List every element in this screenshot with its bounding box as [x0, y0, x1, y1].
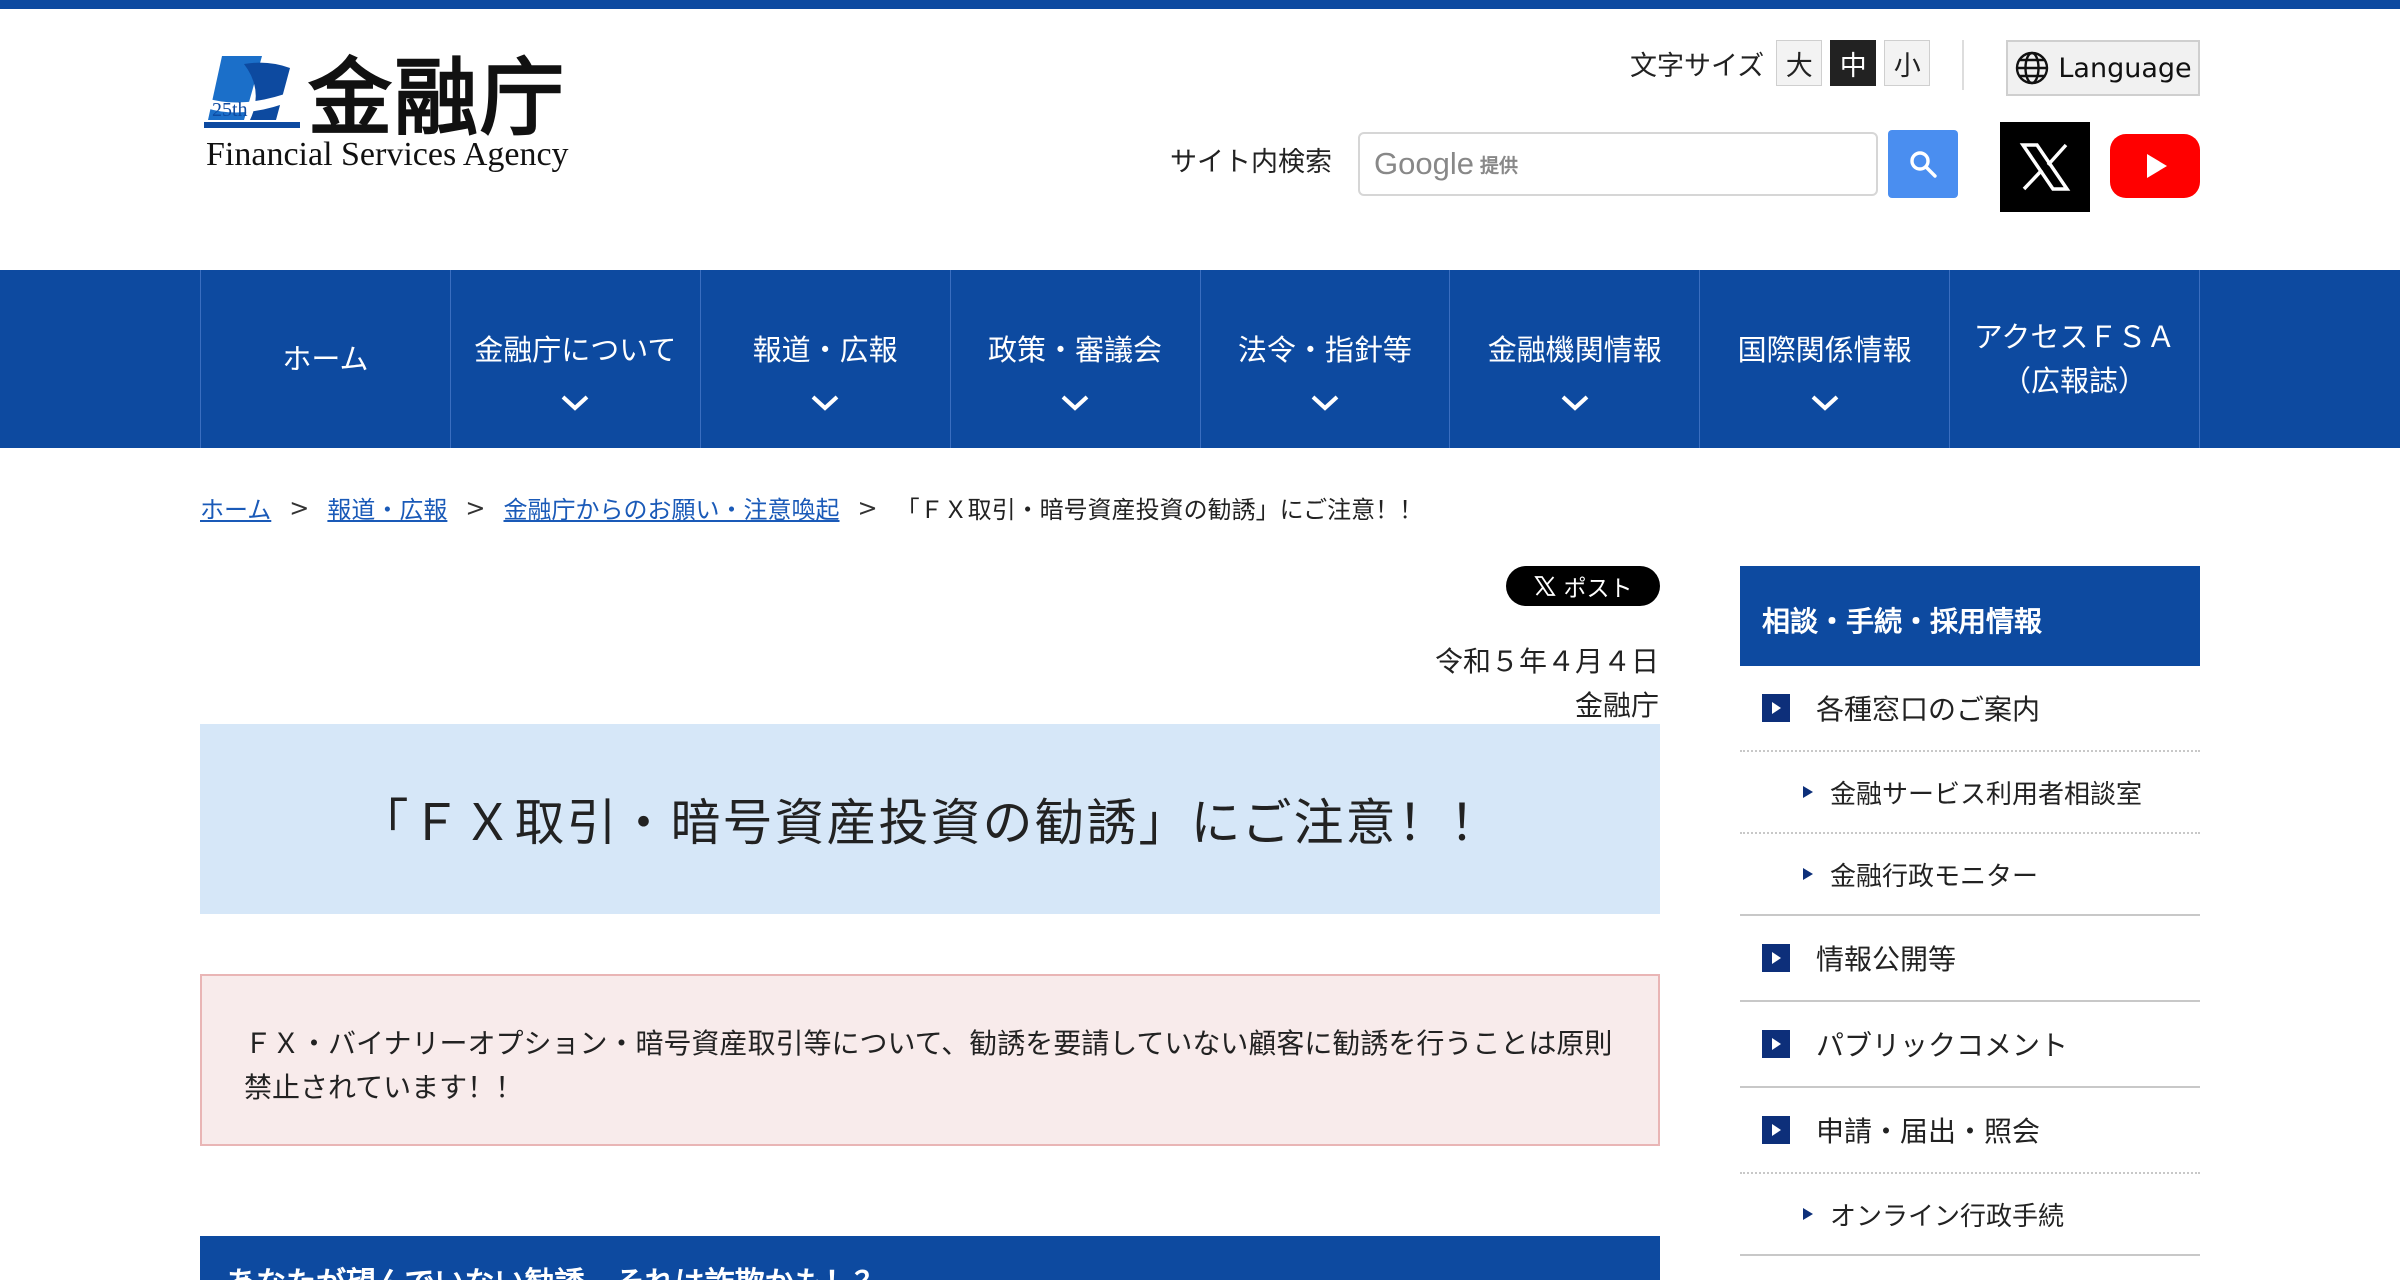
nav-item-label: 国際関係情報 [1737, 333, 1912, 367]
publish-date: 令和５年４月４日 [1434, 645, 1659, 678]
globe-icon [2016, 51, 2049, 85]
x-social-link[interactable] [2000, 122, 2090, 212]
sidebar-item-label: 金融行政モニター [1830, 861, 2039, 892]
square-arrow-icon [1762, 1116, 1790, 1144]
page-title: 「ＦＸ取引・暗号資産投資の勧誘」にご注意！！ [358, 794, 1502, 852]
triangle-bullet-icon [1803, 1208, 1813, 1220]
breadcrumb: ホーム > 報道・広報 > 金融庁からのお願い・注意喚起 > 「ＦＸ取引・暗号資… [200, 490, 1423, 525]
x-logo-icon [2019, 143, 2071, 191]
language-button[interactable]: Language [2006, 40, 2200, 96]
search-button[interactable] [1888, 130, 1958, 198]
sidebar-item-public-comment[interactable]: パブリックコメント [1740, 1002, 2200, 1088]
site-search-label: サイト内検索 [1170, 147, 1332, 178]
breadcrumb-separator: > [289, 493, 310, 522]
logo-english-name: Financial Services Agency [206, 136, 569, 173]
sidebar-item-applications[interactable]: 申請・届出・照会 [1740, 1088, 2200, 1174]
top-accent-bar [0, 0, 2400, 9]
nav-item-access-fsa[interactable]: アクセスＦＳＡ （広報誌） [1950, 270, 2200, 448]
nav-item-label: アクセスＦＳＡ （広報誌） [1973, 320, 2176, 398]
google-brand-sub: 提供 [1479, 154, 1518, 177]
breadcrumb-link-home[interactable]: ホーム [200, 490, 271, 525]
site-logo[interactable]: 25th 金融庁 Financial Services Agency [204, 48, 594, 180]
sidebar-item-disclosure[interactable]: 情報公開等 [1740, 916, 2200, 1002]
nav-item-institutions[interactable]: 金融機関情報 [1450, 270, 1701, 448]
sidebar-item-contact-windows[interactable]: 各種窓口のご案内 [1740, 666, 2200, 752]
font-size-medium-button[interactable]: 中 [1830, 40, 1877, 86]
site-search-input[interactable]: Google 提供 [1358, 132, 1878, 196]
section-heading: あなたが望んでいない勧誘、それは詐欺かも！？ [200, 1236, 1660, 1280]
sidebar-item-label: パブリックコメント [1816, 1029, 2069, 1062]
nav-item-label: ホーム [282, 342, 369, 376]
nav-item-label: 報道・広報 [752, 333, 898, 367]
global-navigation: ホーム 金融庁について 報道・広報 政策・審議会 法令・指針等 金融機関情報 国… [0, 270, 2400, 448]
breadcrumb-current: 「ＦＸ取引・暗号資産投資の勧誘」にご注意！！ [895, 496, 1424, 524]
logo-japanese-name: 金融庁 [308, 48, 567, 147]
youtube-social-link[interactable] [2110, 134, 2200, 198]
chevron-down-icon [1061, 395, 1089, 411]
fsa-logo-mark-icon: 25th [204, 56, 300, 128]
youtube-play-icon [2147, 154, 2167, 178]
chevron-down-icon [1311, 395, 1339, 411]
nav-item-international[interactable]: 国際関係情報 [1700, 270, 1951, 448]
breadcrumb-separator: > [465, 493, 486, 522]
square-arrow-icon [1762, 944, 1790, 972]
chevron-down-icon [1561, 395, 1589, 411]
sidebar-item-admin-monitor[interactable]: 金融行政モニター [1740, 834, 2200, 916]
sidebar-menu: 各種窓口のご案内 金融サービス利用者相談室 金融行政モニター 情報公開等 パブリ… [1740, 666, 2200, 1256]
nav-item-laws[interactable]: 法令・指針等 [1201, 270, 1451, 448]
language-label: Language [2058, 52, 2192, 84]
chevron-down-icon [1811, 395, 1839, 411]
breadcrumb-link-alerts[interactable]: 金融庁からのお願い・注意喚起 [504, 490, 840, 525]
sidebar-heading: 相談・手続・採用情報 [1740, 566, 2200, 666]
page-title-box: 「ＦＸ取引・暗号資産投資の勧誘」にご注意！！ [200, 724, 1660, 914]
google-brand: Google [1374, 146, 1474, 181]
triangle-bullet-icon [1803, 868, 1813, 880]
x-logo-icon [1533, 576, 1556, 596]
nav-item-home[interactable]: ホーム [201, 270, 451, 448]
x-post-label: ポスト [1563, 576, 1633, 602]
font-size-large-button[interactable]: 大 [1776, 40, 1823, 86]
chevron-down-icon [811, 395, 839, 411]
nav-item-label: 法令・指針等 [1237, 333, 1412, 367]
nav-item-label: 金融庁について [474, 333, 677, 367]
font-size-switcher: 文字サイズ 大 中 小 [1630, 40, 1931, 86]
sidebar-item-label: 各種窓口のご案内 [1816, 693, 2041, 726]
sidebar-item-label: 申請・届出・照会 [1816, 1115, 2041, 1148]
nav-item-policy[interactable]: 政策・審議会 [951, 270, 1201, 448]
sidebar-item-consumer-consultation[interactable]: 金融サービス利用者相談室 [1740, 752, 2200, 834]
publisher-name: 金融庁 [1574, 689, 1659, 722]
notice-box: ＦＸ・バイナリーオプション・暗号資産取引等について、勧誘を要請していない顧客に勧… [200, 974, 1660, 1146]
sidebar-item-label: 情報公開等 [1816, 943, 1957, 976]
font-size-small-button[interactable]: 小 [1884, 40, 1931, 86]
nav-item-about[interactable]: 金融庁について [451, 270, 701, 448]
sidebar-item-label: 金融サービス利用者相談室 [1830, 779, 2143, 810]
chevron-down-icon [561, 395, 589, 411]
breadcrumb-separator: > [857, 493, 878, 522]
nav-item-label: 政策・審議会 [988, 333, 1163, 367]
font-size-label: 文字サイズ [1630, 50, 1765, 82]
notice-text: ＦＸ・バイナリーオプション・暗号資産取引等について、勧誘を要請していない顧客に勧… [244, 1027, 1613, 1104]
search-icon [1910, 151, 1937, 178]
square-arrow-icon [1762, 1030, 1790, 1058]
svg-text:25th: 25th [212, 99, 248, 121]
sidebar-item-label: オンライン行政手続 [1830, 1201, 2065, 1232]
breadcrumb-link-press[interactable]: 報道・広報 [327, 490, 447, 525]
nav-item-label: 金融機関情報 [1487, 333, 1662, 367]
nav-item-press[interactable]: 報道・広報 [701, 270, 951, 448]
x-post-button[interactable]: ポスト [1506, 566, 1660, 606]
triangle-bullet-icon [1803, 786, 1813, 798]
sidebar-item-online-procedures[interactable]: オンライン行政手続 [1740, 1174, 2200, 1256]
header-divider [1962, 40, 1964, 90]
square-arrow-icon [1762, 694, 1790, 722]
